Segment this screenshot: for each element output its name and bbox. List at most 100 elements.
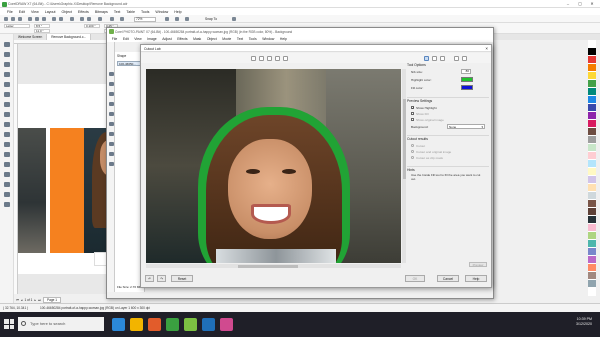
help-button[interactable]: Help bbox=[465, 275, 487, 282]
pp-clone-tool-icon[interactable] bbox=[108, 162, 114, 166]
zoom-to-fit-icon[interactable] bbox=[267, 55, 272, 61]
taskbar-app-icon[interactable] bbox=[148, 318, 161, 331]
app-launcher-icon[interactable] bbox=[110, 17, 114, 21]
palette-swatch[interactable] bbox=[588, 40, 596, 48]
actual-size-icon[interactable] bbox=[275, 55, 280, 61]
show-original-checkbox[interactable] bbox=[411, 118, 414, 121]
copy-icon[interactable] bbox=[35, 17, 39, 21]
pp-eraser-tool-icon[interactable] bbox=[108, 122, 114, 126]
page-size-dropdown[interactable]: Letter bbox=[4, 24, 30, 28]
palette-swatch[interactable] bbox=[588, 176, 596, 184]
connector-tool-icon[interactable] bbox=[4, 152, 10, 157]
palette-swatch[interactable] bbox=[588, 64, 596, 72]
first-page-icon[interactable]: ⏮ bbox=[16, 298, 19, 302]
zoom-in-icon[interactable] bbox=[251, 55, 256, 61]
text-tool-icon[interactable] bbox=[4, 132, 10, 137]
reset-button[interactable]: Reset bbox=[171, 275, 193, 282]
palette-swatch[interactable] bbox=[588, 240, 596, 248]
show-rulers-icon[interactable] bbox=[165, 17, 169, 21]
freehand-tool-icon[interactable] bbox=[4, 82, 10, 87]
palette-swatch[interactable] bbox=[588, 160, 596, 168]
undo-arrow-icon[interactable]: ↶ bbox=[145, 275, 154, 282]
menu-window[interactable]: Window bbox=[152, 8, 171, 15]
show-highlight-checkbox[interactable] bbox=[411, 106, 415, 110]
page-height-field[interactable]: 11.0 " bbox=[34, 28, 50, 33]
palette-swatch[interactable] bbox=[588, 184, 596, 192]
menu-bitmaps[interactable]: Bitmaps bbox=[92, 8, 111, 15]
cutout-and-original-radio[interactable] bbox=[411, 150, 414, 153]
vertical-scrollbar[interactable] bbox=[402, 69, 406, 263]
menu-file[interactable]: File bbox=[4, 8, 16, 15]
taskbar-app-icon[interactable] bbox=[184, 318, 197, 331]
pp-eyedropper-tool-icon[interactable] bbox=[108, 112, 114, 116]
palette-swatch[interactable] bbox=[588, 56, 596, 64]
pp-menu-image[interactable]: Image bbox=[144, 35, 159, 42]
pp-menu-file[interactable]: File bbox=[109, 35, 120, 42]
menu-text[interactable]: Text bbox=[111, 8, 124, 15]
undo-icon[interactable] bbox=[52, 17, 56, 21]
cutout-clip-mask-radio[interactable] bbox=[411, 156, 414, 159]
last-page-icon[interactable]: ⏭ bbox=[38, 298, 41, 302]
palette-swatch[interactable] bbox=[588, 216, 596, 224]
palette-swatch[interactable] bbox=[588, 200, 596, 208]
close-icon[interactable]: × bbox=[485, 46, 488, 51]
highlight-color-picker[interactable] bbox=[461, 77, 473, 82]
pan-icon[interactable] bbox=[283, 55, 288, 61]
palette-swatch[interactable] bbox=[588, 136, 596, 144]
ellipse-tool-icon[interactable] bbox=[4, 112, 10, 117]
pp-menu-tools[interactable]: Tools bbox=[246, 35, 260, 42]
shape-tool-icon[interactable] bbox=[4, 52, 10, 57]
pp-menu-adjust[interactable]: Adjust bbox=[159, 35, 174, 42]
snap-to-dropdown[interactable]: Snap To bbox=[205, 17, 217, 21]
palette-swatch[interactable] bbox=[588, 168, 596, 176]
zoom-level-field[interactable]: 72% bbox=[134, 16, 156, 22]
palette-swatch[interactable] bbox=[588, 120, 596, 128]
cutout-radio[interactable] bbox=[411, 144, 414, 147]
publish-pdf-icon[interactable] bbox=[98, 17, 102, 21]
palette-swatch[interactable] bbox=[588, 96, 596, 104]
drawing-canvas[interactable] bbox=[18, 44, 110, 294]
windows-start-icon[interactable] bbox=[4, 319, 14, 329]
palette-swatch[interactable] bbox=[588, 80, 596, 88]
maximize-button[interactable]: ▢ bbox=[574, 1, 586, 7]
canvas-photo-left[interactable] bbox=[18, 128, 46, 253]
zoom-tool-icon[interactable] bbox=[4, 72, 10, 77]
taskbar-search-input[interactable]: Type here to search bbox=[18, 317, 104, 331]
pp-menu-movie[interactable]: Movie bbox=[219, 35, 234, 42]
pp-menu-effects[interactable]: Effects bbox=[174, 35, 190, 42]
show-grid-icon[interactable] bbox=[175, 17, 179, 21]
pick-tool-icon[interactable] bbox=[4, 42, 10, 47]
nudge-distance-field[interactable]: 0.100 " bbox=[84, 24, 100, 28]
palette-swatch[interactable] bbox=[588, 288, 596, 296]
next-page-icon[interactable]: ▸ bbox=[34, 298, 36, 302]
pp-menu-mask[interactable]: Mask bbox=[190, 35, 204, 42]
export-icon[interactable] bbox=[87, 17, 91, 21]
pp-menu-window[interactable]: Window bbox=[259, 35, 277, 42]
palette-swatch[interactable] bbox=[588, 208, 596, 216]
pp-menu-help[interactable]: Help bbox=[277, 35, 290, 42]
pp-zoom-tool-icon[interactable] bbox=[108, 102, 114, 106]
menu-effects[interactable]: Effects bbox=[75, 8, 92, 15]
options-gear-icon[interactable] bbox=[232, 17, 236, 21]
palette-swatch[interactable] bbox=[588, 128, 596, 136]
smart-fill-tool-icon[interactable] bbox=[4, 202, 10, 207]
taskbar-app-icon[interactable] bbox=[166, 318, 179, 331]
cancel-button[interactable]: Cancel bbox=[437, 275, 459, 282]
artistic-media-tool-icon[interactable] bbox=[4, 92, 10, 97]
palette-swatch[interactable] bbox=[588, 144, 596, 152]
palette-swatch[interactable] bbox=[588, 280, 596, 288]
menu-object[interactable]: Object bbox=[59, 8, 75, 15]
page-width-field[interactable]: 8.5 " bbox=[34, 24, 50, 28]
pp-crop-tool-icon[interactable] bbox=[108, 92, 114, 96]
pp-fill-tool-icon[interactable] bbox=[108, 142, 114, 146]
paste-icon[interactable] bbox=[42, 17, 46, 21]
pp-menu-edit[interactable]: Edit bbox=[120, 35, 131, 42]
taskbar-app-icon[interactable] bbox=[130, 318, 143, 331]
pp-mask-tool-icon[interactable] bbox=[108, 82, 114, 86]
palette-swatch[interactable] bbox=[588, 272, 596, 280]
taskbar-app-icon[interactable] bbox=[112, 318, 125, 331]
show-fill-checkbox[interactable] bbox=[411, 112, 414, 115]
fill-color-picker[interactable] bbox=[461, 85, 473, 90]
import-icon[interactable] bbox=[80, 17, 84, 21]
save-icon[interactable] bbox=[18, 17, 22, 21]
